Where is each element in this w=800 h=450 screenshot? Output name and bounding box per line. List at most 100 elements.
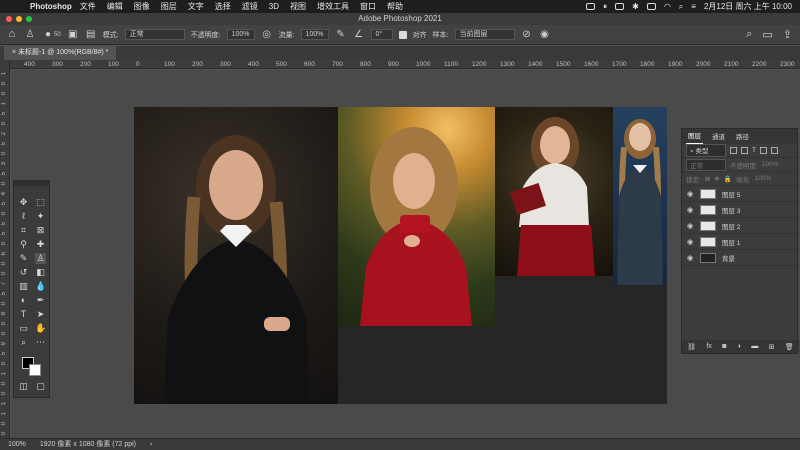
pressure-opacity-icon[interactable]: ◎ xyxy=(261,29,273,41)
link-layers-icon[interactable]: ⛓ xyxy=(687,343,696,351)
menu-edit[interactable]: 编辑 xyxy=(107,1,123,12)
mode-select[interactable]: 正常 xyxy=(124,29,185,40)
tab-layers[interactable]: 图层 xyxy=(686,130,703,144)
blur-tool-icon[interactable]: 💧 xyxy=(35,281,46,292)
visibility-eye-icon[interactable]: ◉ xyxy=(686,238,694,246)
status-arrow-icon[interactable]: › xyxy=(150,439,152,450)
flow-input[interactable]: 100% xyxy=(300,29,329,40)
search-icon[interactable]: ⌕ xyxy=(746,28,752,41)
delete-layer-icon[interactable]: 🗑 xyxy=(785,343,794,351)
menu-image[interactable]: 图像 xyxy=(134,1,150,12)
zoom-tool-icon[interactable]: ⌕ xyxy=(18,337,29,348)
magic-wand-tool-icon[interactable]: ✦ xyxy=(35,211,46,222)
new-group-icon[interactable]: ▬ xyxy=(751,343,758,350)
tab-paths[interactable]: 路径 xyxy=(734,131,751,144)
eraser-tool-icon[interactable]: ◧ xyxy=(35,267,46,278)
workspace-icon[interactable]: ▭ xyxy=(762,28,772,41)
layer-row[interactable]: ◉ 图层 1 xyxy=(682,234,797,250)
bluetooth-icon[interactable]: ✱ xyxy=(632,2,639,11)
layer-row[interactable]: ◉ 图层 3 xyxy=(682,202,797,218)
marquee-tool-icon[interactable]: ⬚ xyxy=(35,197,46,208)
menu-file[interactable]: 文件 xyxy=(80,1,96,12)
menu-filter[interactable]: 滤镜 xyxy=(242,1,258,12)
layer-row[interactable]: ◉ 图层 2 xyxy=(682,218,797,234)
lock-all-icon[interactable]: 🔒 xyxy=(724,175,732,183)
layer-row[interactable]: ◉ 图层 5 xyxy=(682,186,797,202)
visibility-eye-icon[interactable]: ◉ xyxy=(686,206,694,214)
new-layer-icon[interactable]: ⊞ xyxy=(769,343,775,351)
menu-view[interactable]: 视图 xyxy=(290,1,306,12)
minimize-window-button[interactable] xyxy=(16,16,22,22)
crop-tool-icon[interactable]: ⌗ xyxy=(18,225,29,236)
photo-girl-with-book[interactable] xyxy=(495,107,613,276)
healing-brush-tool-icon[interactable]: ✚ xyxy=(35,239,46,250)
battery-icon[interactable] xyxy=(646,3,656,10)
photo-girl-red-sweater[interactable] xyxy=(338,107,495,326)
clone-source-icon[interactable]: ▤ xyxy=(85,29,97,41)
brush-tool-icon[interactable]: ✎ xyxy=(18,253,29,264)
menu-select[interactable]: 选择 xyxy=(215,1,231,12)
menu-help[interactable]: 帮助 xyxy=(387,1,403,12)
frame-tool-icon[interactable]: ⊠ xyxy=(35,225,46,236)
rectangle-tool-icon[interactable]: ▭ xyxy=(18,323,29,334)
dodge-tool-icon[interactable]: ◐ xyxy=(18,295,29,306)
clone-stamp-icon[interactable]: ♙ xyxy=(24,29,36,41)
lock-position-icon[interactable]: ✥ xyxy=(714,175,719,183)
align-checkbox[interactable] xyxy=(398,30,407,39)
eyedropper-tool-icon[interactable]: ⚲ xyxy=(18,239,29,250)
visibility-eye-icon[interactable]: ◉ xyxy=(686,222,694,230)
type-filter-icon[interactable]: T xyxy=(752,147,756,154)
fill-value[interactable]: 100% xyxy=(755,175,772,182)
pressure-size-icon[interactable]: ◉ xyxy=(539,29,551,41)
lasso-tool-icon[interactable]: ℓ xyxy=(18,211,29,222)
menu-layer[interactable]: 图层 xyxy=(161,1,177,12)
document-tab[interactable]: × 未标题-1 @ 100%(RGB/8#) * xyxy=(4,46,117,60)
hand-tool-icon[interactable]: ✋ xyxy=(35,323,46,334)
gradient-tool-icon[interactable]: ▥ xyxy=(18,281,29,292)
add-mask-icon[interactable]: ◙ xyxy=(722,343,726,350)
airbrush-icon[interactable]: ✎ xyxy=(335,29,347,41)
wifi-icon[interactable]: ◠ xyxy=(664,2,671,11)
blend-mode-select[interactable]: 正常 xyxy=(686,158,726,171)
camera-status-icon[interactable] xyxy=(586,3,596,10)
clone-stamp-tool-icon[interactable]: ♙ xyxy=(35,253,46,264)
document-info[interactable]: 1920 像素 x 1080 像素 (72 ppi) xyxy=(40,439,136,450)
toggle-brush-panel-icon[interactable]: ▣ xyxy=(67,29,79,41)
layer-row[interactable]: ◉ 背景 xyxy=(682,250,797,266)
display-status-icon[interactable] xyxy=(615,3,625,10)
pen-tool-icon[interactable]: ✒ xyxy=(35,295,46,306)
menu-window[interactable]: 窗口 xyxy=(360,1,376,12)
lock-pixels-icon[interactable]: ⊠ xyxy=(705,175,710,183)
pause-status-icon[interactable]: ⏸ xyxy=(603,2,607,12)
menu-3d[interactable]: 3D xyxy=(269,2,279,11)
search-icon[interactable]: ⌕ xyxy=(679,2,683,12)
layer-opacity-value[interactable]: 100% xyxy=(762,161,779,168)
layer-kind-filter[interactable]: ⌕ 类型 xyxy=(686,144,726,157)
smart-filter-icon[interactable] xyxy=(770,147,778,154)
adjustment-layer-icon[interactable]: ◑ xyxy=(737,343,741,350)
background-color-swatch[interactable] xyxy=(29,364,41,376)
brush-preset-icon[interactable]: ● xyxy=(42,29,54,41)
shape-filter-icon[interactable] xyxy=(759,147,767,154)
horizontal-ruler[interactable]: 400 300 200 100 0 100 200 300 400 500 600 700 800 900… xyxy=(10,60,800,69)
type-tool-icon[interactable]: T xyxy=(18,309,29,320)
control-center-icon[interactable]: ≡ xyxy=(691,2,696,11)
history-brush-tool-icon[interactable]: ↺ xyxy=(18,267,29,278)
angle-input[interactable]: 0° xyxy=(370,29,393,40)
adjustment-filter-icon[interactable] xyxy=(741,147,748,154)
menu-type[interactable]: 文字 xyxy=(188,1,204,12)
photo-braided-girl-black-dress[interactable] xyxy=(134,107,338,404)
more-tools-icon[interactable]: ⋯ xyxy=(35,337,46,348)
clock-text[interactable]: 2月12日 周六 上午 10:00 xyxy=(704,1,792,12)
move-tool-icon[interactable]: ✥ xyxy=(18,197,29,208)
visibility-eye-icon[interactable]: ◉ xyxy=(686,254,694,262)
path-selection-tool-icon[interactable]: ➤ xyxy=(35,309,46,320)
app-menu-photoshop[interactable]: Photoshop xyxy=(30,2,72,11)
pixel-filter-icon[interactable] xyxy=(730,147,737,154)
quick-mask-icon[interactable]: ◫ xyxy=(18,381,29,392)
zoom-level[interactable]: 100% xyxy=(8,439,26,450)
tools-panel-grip[interactable] xyxy=(14,181,49,186)
photo-girl-plaid-dress[interactable] xyxy=(613,107,667,285)
vertical-ruler[interactable]: 1 0 0 1 5 0 2 5 0 3 5 0 4 5 0 5 5 0 6 0 0 7 5 0 8 0 0 9 5 0 1 0 0 1 1 0 0 xyxy=(0,60,10,438)
sample-select[interactable]: 当前图层 xyxy=(454,29,515,40)
